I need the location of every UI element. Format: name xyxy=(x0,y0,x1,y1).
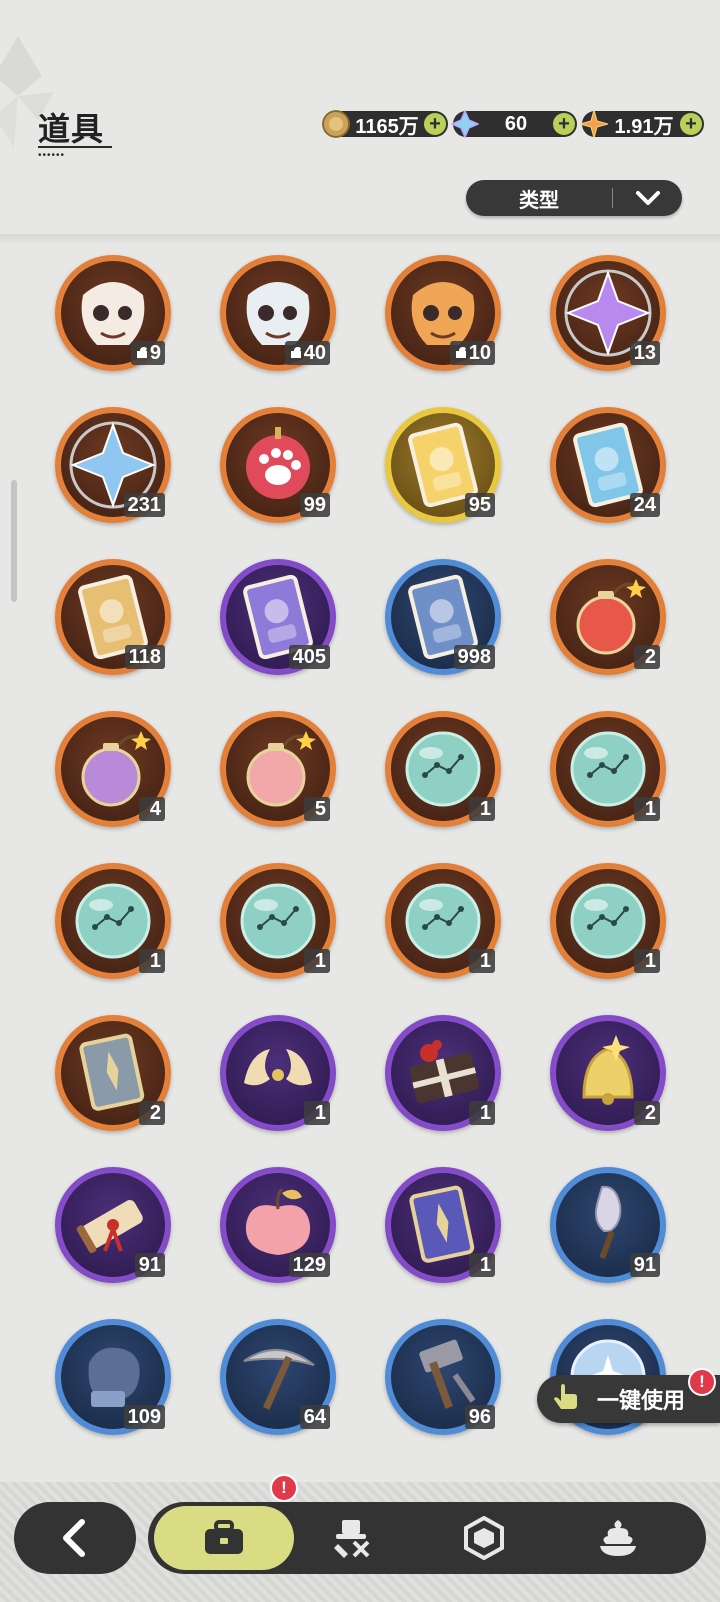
back-button[interactable] xyxy=(14,1502,136,1574)
item-count-value: 10 xyxy=(468,342,491,364)
item-grid: 9 40 10 13 231 99 95 24 118 405 998 2 4 … xyxy=(0,0,720,1480)
item-slot-hammer[interactable]: 96 xyxy=(385,1319,501,1435)
item-slot-constellation-orb-5[interactable]: 1 xyxy=(385,863,501,979)
briefcase-icon xyxy=(205,1520,243,1554)
item-count: 1 xyxy=(304,949,330,973)
item-slot-peach[interactable]: 129 xyxy=(220,1167,336,1283)
item-slot-constellation-orb-1[interactable]: 1 xyxy=(385,711,501,827)
item-count: 96 xyxy=(464,1405,495,1429)
item-count: 118 xyxy=(124,645,165,669)
hand-pointer-icon xyxy=(554,1384,577,1409)
item-count: 1 xyxy=(139,949,165,973)
item-count: 91 xyxy=(134,1253,165,1277)
puzzle-piece-icon xyxy=(136,347,147,358)
item-count: 99 xyxy=(299,493,330,517)
item-slot-cat-doll-white-fragment[interactable]: 40 xyxy=(220,255,336,371)
item-count: 405 xyxy=(288,645,330,669)
item-slot-constellation-orb-4[interactable]: 1 xyxy=(220,863,336,979)
item-slot-glove[interactable]: 109 xyxy=(55,1319,171,1435)
item-count: 1 xyxy=(634,797,660,821)
item-count: 5 xyxy=(304,797,330,821)
item-count: 2 xyxy=(139,1101,165,1125)
item-slot-gold-card[interactable]: 95 xyxy=(385,407,501,523)
item-slot-gift-box[interactable]: 1 xyxy=(385,1015,501,1131)
item-count: 1 xyxy=(469,1253,495,1277)
tab-equipment[interactable] xyxy=(312,1502,392,1574)
item-count: 1 xyxy=(469,797,495,821)
cream-dessert-icon xyxy=(600,1520,636,1556)
hat-tools-icon xyxy=(334,1520,370,1558)
item-slot-tiger-cat-fragment[interactable]: 10 xyxy=(385,255,501,371)
item-slot-purple-crystal[interactable]: 13 xyxy=(550,255,666,371)
item-count: 1 xyxy=(469,949,495,973)
puzzle-piece-icon xyxy=(290,347,301,358)
item-slot-constellation-orb-6[interactable]: 1 xyxy=(550,863,666,979)
item-slot-pickaxe[interactable]: 64 xyxy=(220,1319,336,1435)
item-count-value: 40 xyxy=(303,342,326,364)
item-slot-blue-card[interactable]: 998 xyxy=(385,559,501,675)
tab-gems[interactable] xyxy=(444,1502,524,1574)
item-count: 998 xyxy=(453,645,495,669)
item-count: 40 xyxy=(284,341,330,365)
item-slot-heart-bomb[interactable]: 5 xyxy=(220,711,336,827)
item-count: 4 xyxy=(139,797,165,821)
item-slot-red-bomb[interactable]: 2 xyxy=(550,559,666,675)
item-count: 10 xyxy=(449,341,495,365)
backpack-tab-alert-badge: ! xyxy=(270,1474,298,1502)
item-count: 91 xyxy=(629,1253,660,1277)
one-key-use-alert-badge: ! xyxy=(688,1368,716,1396)
item-count: 129 xyxy=(288,1253,330,1277)
hexagon-gem-icon xyxy=(464,1516,504,1560)
item-slot-constellation-orb-3[interactable]: 1 xyxy=(55,863,171,979)
item-count: 109 xyxy=(123,1405,165,1429)
item-count: 231 xyxy=(123,493,165,517)
item-count: 13 xyxy=(629,341,660,365)
item-count: 2 xyxy=(634,645,660,669)
item-slot-paw-charm[interactable]: 99 xyxy=(220,407,336,523)
item-slot-shovel[interactable]: 91 xyxy=(550,1167,666,1283)
item-slot-blue-tome[interactable]: 1 xyxy=(385,1167,501,1283)
chevron-left-icon xyxy=(63,1519,85,1557)
item-count: 1 xyxy=(304,1101,330,1125)
item-slot-orange-card[interactable]: 118 xyxy=(55,559,171,675)
tab-desserts[interactable] xyxy=(578,1502,658,1574)
item-slot-purple-bomb[interactable]: 4 xyxy=(55,711,171,827)
item-count-value: 9 xyxy=(149,342,161,364)
item-slot-cat-doll-red-fragment[interactable]: 9 xyxy=(55,255,171,371)
one-key-use-label: 一键使用 xyxy=(597,1388,686,1413)
bottom-tab-bar xyxy=(148,1502,706,1574)
item-slot-purple-card[interactable]: 405 xyxy=(220,559,336,675)
item-count: 95 xyxy=(464,493,495,517)
puzzle-piece-icon xyxy=(455,347,466,358)
item-count: 1 xyxy=(469,1101,495,1125)
item-count: 24 xyxy=(629,493,660,517)
item-count: 9 xyxy=(130,341,165,365)
item-count: 64 xyxy=(299,1405,330,1429)
item-slot-golden-bell[interactable]: 2 xyxy=(550,1015,666,1131)
item-slot-blue-crystal[interactable]: 231 xyxy=(55,407,171,523)
item-count: 1 xyxy=(634,949,660,973)
item-slot-constellation-orb-2[interactable]: 1 xyxy=(550,711,666,827)
item-slot-rainbow-card[interactable]: 24 xyxy=(550,407,666,523)
item-slot-rune-book[interactable]: 2 xyxy=(55,1015,171,1131)
tab-backpack[interactable] xyxy=(154,1506,294,1570)
item-slot-scroll[interactable]: 91 xyxy=(55,1167,171,1283)
item-count: 2 xyxy=(634,1101,660,1125)
item-slot-horn-mask[interactable]: 1 xyxy=(220,1015,336,1131)
